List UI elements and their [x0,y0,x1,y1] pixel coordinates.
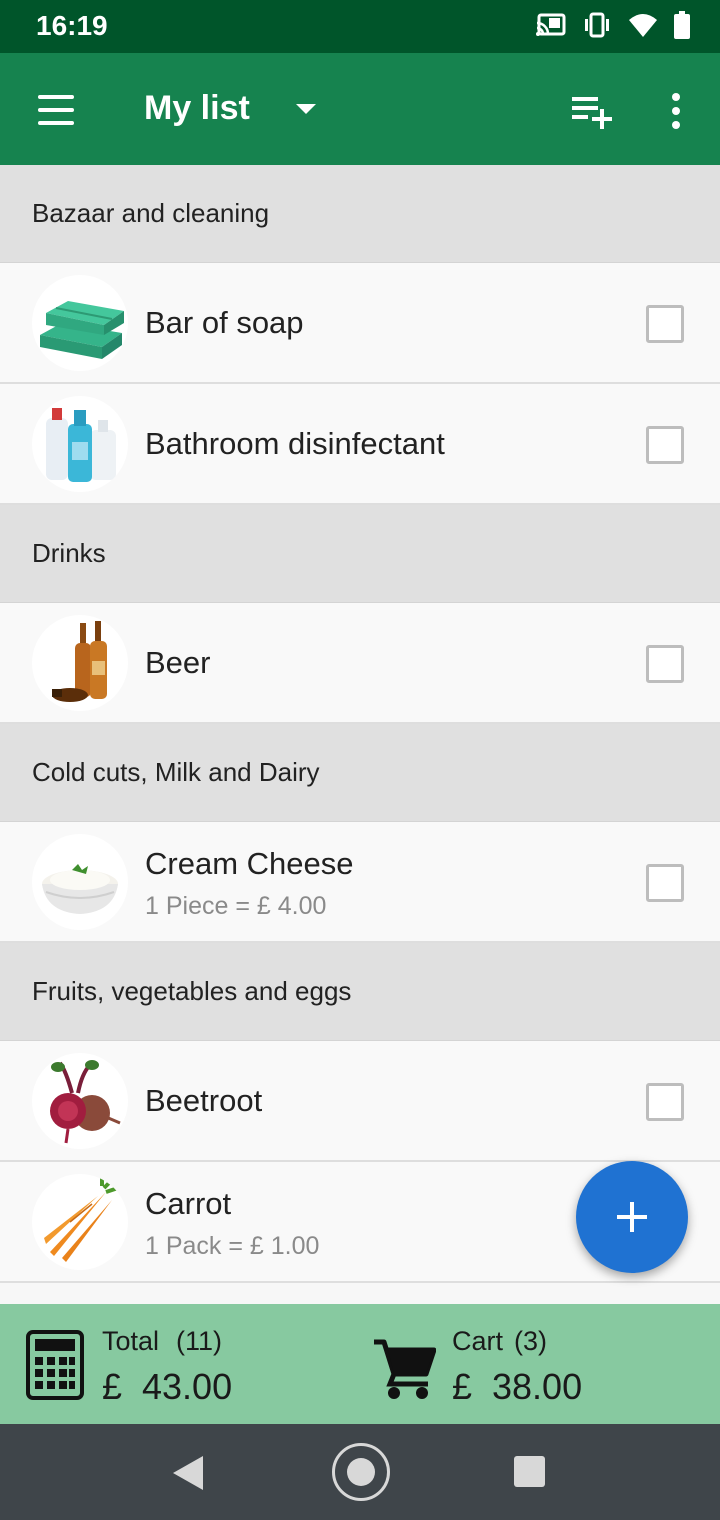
cart-count: (3) [514,1326,547,1356]
cast-icon [536,13,566,36]
app-title: My list [144,89,250,127]
add-item-fab[interactable] [576,1161,688,1273]
calculator-icon [26,1330,84,1400]
list-item-bar-of-soap[interactable]: Bar of soap [0,263,720,384]
recents-icon[interactable] [514,1456,545,1487]
summary-bar: Total (11) £ 43.00 Cart (3) £ 38.00 [0,1304,720,1424]
category-header: Drinks [0,505,720,603]
dropdown-arrow-icon [295,103,316,114]
category-header: Bazaar and cleaning [0,165,720,263]
item-checkbox[interactable] [646,864,684,902]
total-currency: £ [102,1366,123,1407]
list-item-cream-cheese[interactable]: Cream Cheese 1 Piece = £ 4.00 [0,822,720,943]
item-checkbox[interactable] [646,645,684,683]
menu-icon[interactable] [36,95,76,125]
cart-label: Cart [452,1326,504,1356]
list-item-beetroot[interactable]: Beetroot [0,1041,720,1162]
total-label: Total [102,1326,160,1356]
home-icon[interactable] [332,1443,390,1501]
app-bar: My list [0,53,720,165]
item-name: Beetroot [145,1083,263,1118]
cream-cheese-bowl-icon [32,834,128,930]
status-icons [536,11,690,39]
status-bar: 16:19 [0,0,720,53]
shopping-list: Bazaar and cleaning Bar of soap Bathroom… [0,165,720,1283]
back-icon[interactable] [173,1456,203,1490]
item-checkbox[interactable] [646,426,684,464]
total-count: (11) [176,1326,223,1356]
item-detail: 1 Piece = £ 4.00 [145,892,327,920]
item-name: Cream Cheese [145,846,354,881]
category-header: Cold cuts, Milk and Dairy [0,724,720,822]
status-time: 16:19 [36,10,108,41]
list-item-bathroom-disinfectant[interactable]: Bathroom disinfectant [0,384,720,505]
system-nav-bar [0,1424,720,1520]
add-list-icon[interactable] [570,93,614,129]
beer-bottles-icon [32,615,128,711]
category-header: Fruits, vegetables and eggs [0,943,720,1041]
battery-icon [674,11,690,39]
vibrate-icon [585,12,609,38]
item-checkbox[interactable] [646,1083,684,1121]
soap-icon [32,275,128,371]
list-selector[interactable]: My list [144,89,316,128]
cleaning-bottles-icon [32,396,128,492]
item-name: Bathroom disinfectant [145,426,445,461]
item-checkbox[interactable] [646,305,684,343]
cart-currency: £ [452,1366,473,1407]
item-name: Carrot [145,1186,232,1221]
plus-icon [617,1202,647,1232]
total-value: 43.00 [142,1366,233,1407]
beetroot-icon [32,1053,128,1149]
wifi-icon [629,14,657,37]
cart-icon [374,1339,436,1399]
more-vert-icon[interactable] [664,91,688,131]
item-detail: 1 Pack = £ 1.00 [145,1232,320,1260]
item-name: Bar of soap [145,305,304,340]
carrot-icon [32,1174,128,1270]
list-item-beer[interactable]: Beer [0,603,720,724]
cart-value: 38.00 [492,1366,583,1407]
item-name: Beer [145,645,211,680]
